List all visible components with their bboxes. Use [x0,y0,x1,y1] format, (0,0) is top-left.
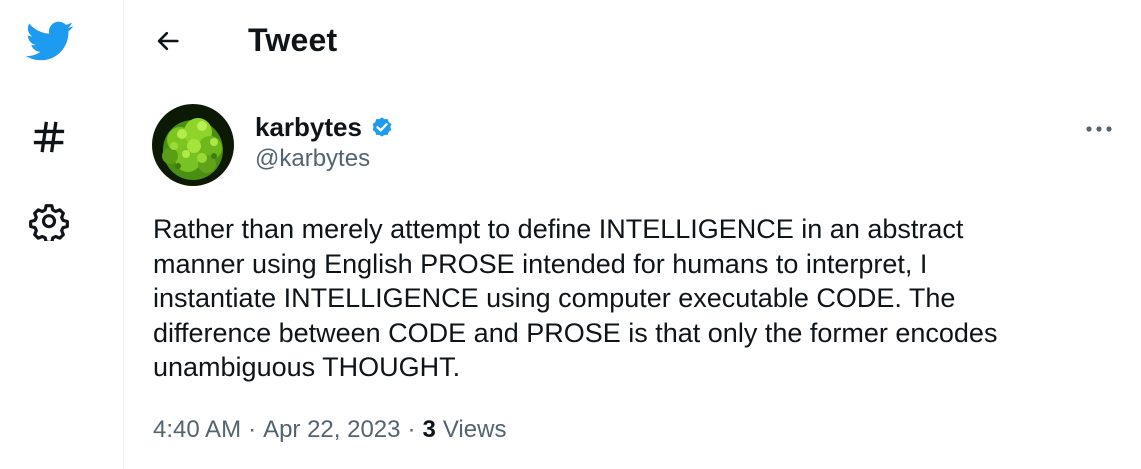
arrow-left-icon [157,31,179,51]
twitter-logo-link[interactable] [20,12,78,70]
views-count: 3 [422,416,436,443]
gear-icon [29,204,69,241]
hashtag-icon [33,121,65,153]
explore-link[interactable] [20,108,78,166]
settings-link[interactable] [20,192,78,250]
main-column: Tweet karbytes @karbytes Rather than mer… [124,0,1141,469]
meta-separator: · [407,416,416,443]
nav-rail [0,0,124,469]
user-handle[interactable]: @karbytes [255,144,396,174]
tweet-text: Rather than merely attempt to define INT… [153,214,998,382]
page-header: Tweet [124,0,1141,80]
verified-badge-icon [368,113,396,141]
avatar-image [152,104,234,186]
tweet-metadata: 4:40 AM · Apr 22, 2023 · 3 Views [153,413,506,447]
twitter-bird-icon [25,21,74,61]
tweet-date[interactable]: Apr 22, 2023 [263,413,400,447]
avatar[interactable] [152,104,234,186]
meta-separator: · [248,416,257,443]
tweet-time[interactable]: 4:40 AM [153,413,241,447]
display-name[interactable]: karbytes [255,110,362,144]
display-name-row: karbytes [255,110,396,144]
back-button[interactable] [146,19,190,63]
page-title: Tweet [248,22,338,58]
views-label: Views [442,416,507,443]
author-block: karbytes @karbytes [255,110,396,174]
more-dots-icon [1086,126,1112,132]
app: Tweet karbytes @karbytes Rather than mer… [0,0,1141,469]
more-options-button[interactable] [1079,111,1119,147]
